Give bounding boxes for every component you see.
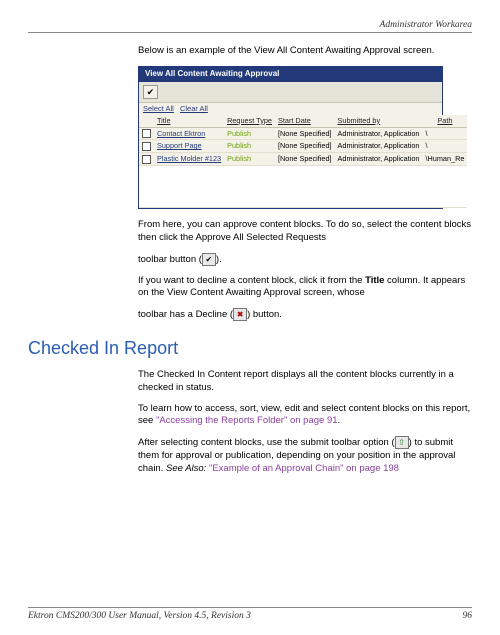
- row-submitted: Administrator, Application: [335, 153, 423, 166]
- approve-all-icon[interactable]: ✔: [143, 85, 158, 99]
- panel-toolbar: ✔: [139, 82, 442, 103]
- footer-rule: [28, 607, 472, 608]
- page-footer: Ektron CMS200/300 User Manual, Version 4…: [28, 607, 472, 621]
- select-all-link[interactable]: Select All: [143, 104, 174, 113]
- row-submitted: Administrator, Application: [335, 127, 423, 140]
- row-submitted: Administrator, Application: [335, 140, 423, 153]
- panel-select-links: Select All Clear All: [139, 103, 442, 115]
- intro-text: Below is an example of the View All Cont…: [138, 45, 472, 58]
- row-request: Publish: [227, 141, 251, 150]
- submit-para: After selecting content blocks, use the …: [138, 436, 472, 475]
- row-start: [None Specified]: [275, 153, 335, 166]
- row-request: Publish: [227, 154, 251, 163]
- col-submitted[interactable]: Submitted by: [335, 115, 423, 127]
- panel-title: View All Content Awaiting Approval: [139, 67, 442, 82]
- row-checkbox[interactable]: [142, 142, 151, 151]
- table-spacer: [139, 166, 467, 208]
- table-row: Contact Ektron Publish [None Specified] …: [139, 127, 467, 140]
- body-column-2: The Checked In Content report displays a…: [138, 369, 472, 476]
- row-path: \Human_Re: [422, 153, 467, 166]
- approval-screenshot: View All Content Awaiting Approval ✔ Sel…: [138, 66, 443, 209]
- decline-para-1: If you want to decline a content block, …: [138, 275, 472, 301]
- decline-para-2: toolbar has a Decline (✖) button.: [138, 308, 472, 322]
- section-heading: Checked In Report: [28, 338, 472, 359]
- clear-all-link[interactable]: Clear All: [180, 104, 208, 113]
- checked-para: The Checked In Content report displays a…: [138, 369, 472, 395]
- row-title-link[interactable]: Plastic Molder #123: [157, 154, 221, 163]
- learn-para: To learn how to access, sort, view, edit…: [138, 403, 472, 429]
- page-header-section: Administrator Workarea: [28, 20, 472, 30]
- body-column: Below is an example of the View All Cont…: [138, 45, 472, 322]
- decline-icon: ✖: [233, 308, 247, 321]
- col-start[interactable]: Start Date: [275, 115, 335, 127]
- col-path[interactable]: Path: [422, 115, 467, 127]
- row-path: \: [422, 127, 467, 140]
- row-start: [None Specified]: [275, 127, 335, 140]
- row-title-link[interactable]: Contact Ektron: [157, 129, 205, 138]
- row-start: [None Specified]: [275, 140, 335, 153]
- col-title[interactable]: Title: [154, 115, 224, 127]
- approve-para-1: From here, you can approve content block…: [138, 219, 472, 245]
- approval-table: Title Request Type Start Date Submitted …: [139, 115, 467, 208]
- approval-chain-link[interactable]: "Example of an Approval Chain" on page 1…: [209, 463, 399, 474]
- header-rule: [28, 32, 472, 33]
- table-header-row: Title Request Type Start Date Submitted …: [139, 115, 467, 127]
- footer-left: Ektron CMS200/300 User Manual, Version 4…: [28, 611, 251, 621]
- footer-page-number: 96: [463, 611, 473, 621]
- row-request: Publish: [227, 129, 251, 138]
- row-title-link[interactable]: Support Page: [157, 141, 202, 150]
- col-request[interactable]: Request Type: [224, 115, 275, 127]
- access-reports-link[interactable]: "Accessing the Reports Folder" on page 9…: [156, 415, 338, 426]
- approve-para-2: toolbar button (✔).: [138, 253, 472, 267]
- table-row: Support Page Publish [None Specified] Ad…: [139, 140, 467, 153]
- row-path: \: [422, 140, 467, 153]
- table-row: Plastic Molder #123 Publish [None Specif…: [139, 153, 467, 166]
- row-checkbox[interactable]: [142, 155, 151, 164]
- row-checkbox[interactable]: [142, 129, 151, 138]
- submit-icon: ⇧: [395, 436, 409, 449]
- approve-icon: ✔: [202, 253, 216, 266]
- see-also-label: See Also:: [166, 463, 209, 474]
